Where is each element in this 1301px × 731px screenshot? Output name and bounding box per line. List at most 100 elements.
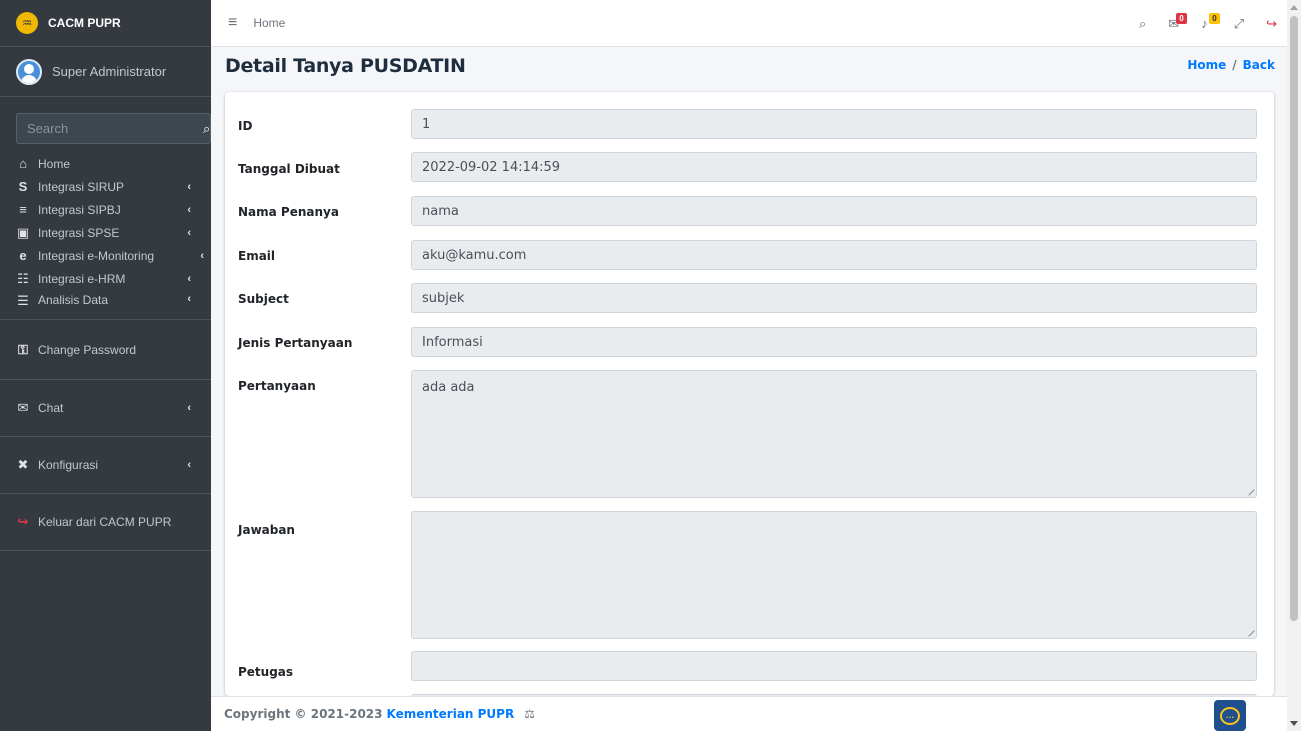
key-icon: ⚿: [18, 341, 28, 357]
sidebar-item-label: Home: [38, 156, 71, 171]
id-label: ID: [238, 119, 253, 133]
org-icon: ⚖: [524, 707, 535, 721]
jawaban-label: Jawaban: [238, 523, 295, 537]
sidebar-item-label: Integrasi SIRUP: [38, 179, 125, 194]
comments-icon: ✉: [17, 400, 29, 415]
sidebar-item-change-password[interactable]: ⚿ Change Password: [0, 320, 211, 380]
cart-icon: ≡: [19, 202, 27, 217]
content-header: Detail Tanya PUSDATIN Home / Back: [225, 55, 1275, 83]
resize-handle-icon[interactable]: [1243, 625, 1255, 637]
tanggal-dibuat-label: Tanggal Dibuat: [238, 162, 340, 176]
bell-icon: ♪: [1201, 16, 1208, 31]
pertanyaan-text: ada ada: [422, 380, 475, 395]
footer-copyright: Copyright © 2021-2023: [224, 707, 383, 721]
chevron-left-icon: ‹: [187, 293, 191, 305]
sidebar-item-home[interactable]: ⌂ Home: [0, 152, 211, 175]
sidebar-item-keluar[interactable]: ↪ Keluar dari CACM PUPR: [0, 494, 211, 551]
chevron-left-icon: ‹: [187, 459, 191, 471]
avatar: [16, 58, 42, 85]
building-icon: ▣: [16, 224, 30, 240]
scroll-up-arrow-icon[interactable]: [1290, 5, 1298, 10]
messages-button[interactable]: ✉ 0: [1168, 12, 1187, 32]
sidebar-search-input[interactable]: [16, 113, 203, 144]
subject-label: Subject: [238, 292, 289, 306]
breadcrumb-separator: /: [1232, 58, 1237, 72]
sidebar-item-label: Integrasi e-Monitoring: [38, 248, 155, 263]
jenis-pertanyaan-field[interactable]: Informasi: [411, 327, 1257, 357]
detail-card: ID 1 Tanggal Dibuat 2022-09-02 14:14:59 …: [225, 92, 1274, 696]
sidebar-item-label: Konfigurasi: [38, 458, 99, 472]
breadcrumb: Home / Back: [1187, 58, 1275, 72]
page-title: Detail Tanya PUSDATIN: [225, 55, 466, 77]
sidebar-item-label: Keluar dari CACM PUPR: [38, 515, 172, 529]
pertanyaan-textarea[interactable]: ada ada: [411, 370, 1257, 498]
chat-widget-button[interactable]: …: [1214, 700, 1246, 731]
chevron-left-icon: ‹: [187, 402, 191, 414]
chevron-left-icon: ‹: [200, 249, 204, 262]
notifications-button[interactable]: ♪ 0: [1201, 13, 1220, 31]
sidebar-item-label: Integrasi SPSE: [38, 225, 120, 240]
scrollbar-thumb[interactable]: [1290, 16, 1298, 621]
home-icon: ⌂: [19, 156, 27, 171]
sidebar-item-integrasi-sirup[interactable]: S Integrasi SIRUP ‹: [0, 175, 211, 198]
database-icon: ☰: [17, 293, 29, 308]
email-field[interactable]: aku@kamu.com: [411, 240, 1257, 270]
messages-count-badge: 0: [1176, 12, 1187, 24]
sidebar-item-label: Analisis Data: [38, 293, 109, 307]
sidebar-item-label: Change Password: [38, 342, 137, 357]
sidebar-item-chat[interactable]: ✉ Chat ‹: [0, 380, 211, 437]
chat-bubble-icon: …: [1220, 706, 1240, 725]
brand-logo-icon: ♒: [16, 12, 38, 34]
chevron-left-icon: ‹: [187, 203, 191, 216]
user-panel[interactable]: Super Administrator: [0, 47, 211, 97]
nama-penanya-label: Nama Penanya: [238, 205, 339, 219]
scroll-down-arrow-icon[interactable]: [1290, 721, 1298, 726]
chevron-left-icon: ‹: [187, 180, 191, 193]
sidebar-item-konfigurasi[interactable]: ✖ Konfigurasi ‹: [0, 437, 211, 494]
breadcrumb-home-link[interactable]: Home: [1187, 58, 1226, 72]
sidebar-item-integrasi-e-monitoring[interactable]: e Integrasi e-Monitoring ‹: [0, 244, 211, 267]
footer: Copyright © 2021-2023 Kementerian PUPR ⚖: [211, 696, 1287, 731]
top-nav-actions: ⌕ ✉ 0 ♪ 0 ⤢ ↪: [1139, 0, 1277, 47]
sidebar: ♒ CACM PUPR Super Administrator ⌕ ⌂ Home…: [0, 0, 212, 731]
sidebar-item-label: Chat: [38, 401, 64, 415]
sidebar-item-integrasi-sipbj[interactable]: ≡ Integrasi SIPBJ ‹: [0, 198, 211, 221]
chevron-left-icon: ‹: [187, 226, 191, 239]
fullscreen-icon[interactable]: ⤢: [1234, 16, 1244, 32]
email-label: Email: [238, 249, 276, 263]
search-icon[interactable]: ⌕: [1139, 16, 1146, 32]
sidebar-item-integrasi-spse[interactable]: ▣ Integrasi SPSE ‹: [0, 221, 211, 244]
petugas-field[interactable]: [411, 651, 1257, 681]
dollar-icon: S: [18, 179, 28, 194]
jawaban-textarea[interactable]: [411, 511, 1257, 639]
sidebar-item-analisis-data[interactable]: ☰ Analisis Data ‹: [0, 290, 211, 320]
pertanyaan-label: Pertanyaan: [238, 379, 316, 393]
breadcrumb-back-link[interactable]: Back: [1243, 58, 1275, 72]
user-name: Super Administrator: [52, 64, 167, 79]
logout-icon: ↪: [17, 514, 29, 529]
top-navbar: ≡ Home ⌕ ✉ 0 ♪ 0 ⤢ ↪: [211, 0, 1287, 47]
id-field[interactable]: 1: [411, 109, 1257, 139]
sidebar-search-button[interactable]: ⌕: [203, 113, 212, 144]
sidebar-item-label: Integrasi e-HRM: [38, 271, 126, 286]
sidebar-search: ⌕: [16, 113, 212, 144]
tanggal-dibuat-field[interactable]: 2022-09-02 14:14:59: [411, 152, 1257, 182]
edge-icon: e: [19, 248, 27, 263]
jenis-pertanyaan-label: Jenis Pertanyaan: [238, 336, 353, 350]
resize-handle-icon[interactable]: [1243, 484, 1255, 496]
nama-penanya-field[interactable]: nama: [411, 196, 1257, 226]
sidebar-item-label: Integrasi SIPBJ: [38, 202, 121, 217]
page-scrollbar[interactable]: [1287, 0, 1301, 731]
brand[interactable]: ♒ CACM PUPR: [0, 0, 211, 47]
search-icon: ⌕: [203, 120, 211, 136]
logout-icon[interactable]: ↪: [1266, 16, 1277, 32]
users-icon: ☷: [17, 270, 29, 286]
brand-name: CACM PUPR: [48, 16, 121, 30]
hamburger-menu-icon[interactable]: ≡: [228, 14, 237, 32]
top-nav-home-link[interactable]: Home: [253, 16, 285, 30]
tools-icon: ✖: [17, 457, 29, 472]
petugas-label: Petugas: [238, 665, 294, 679]
footer-org-link[interactable]: Kementerian PUPR: [387, 707, 515, 721]
sidebar-item-integrasi-e-hrm[interactable]: ☷ Integrasi e-HRM ‹: [0, 267, 211, 290]
subject-field[interactable]: subjek: [411, 283, 1257, 313]
